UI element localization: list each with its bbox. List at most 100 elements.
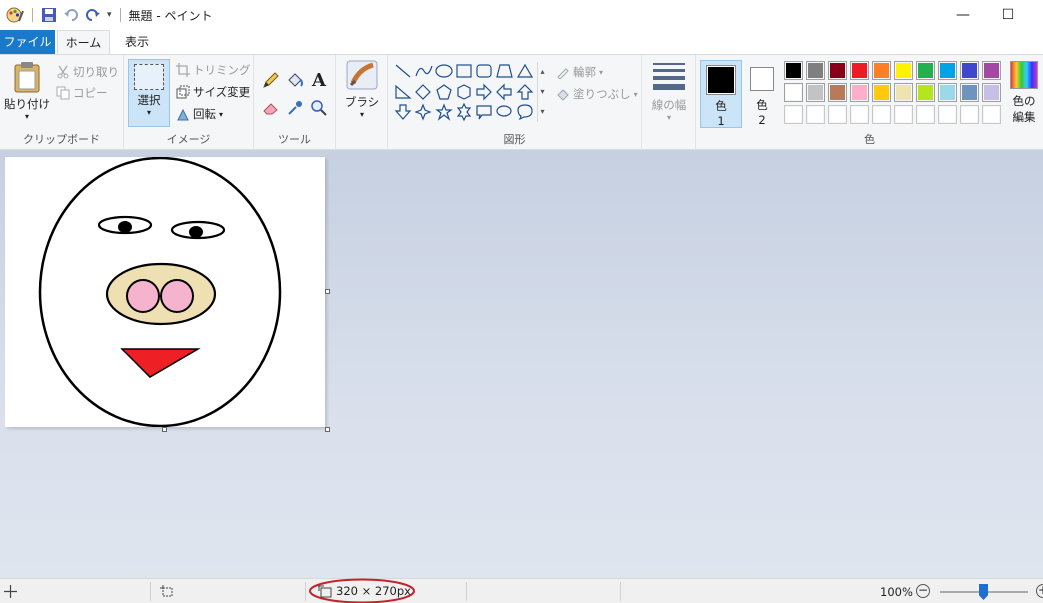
tab-home[interactable]: ホーム [57, 30, 110, 55]
fill-button[interactable]: 塗りつぶし ▾ [556, 85, 638, 103]
save-icon[interactable] [41, 7, 57, 23]
color-swatch[interactable] [872, 83, 891, 102]
color-swatch[interactable] [828, 83, 847, 102]
zoom-in-button[interactable]: + [1036, 584, 1043, 598]
color-swatch[interactable] [938, 61, 957, 80]
color2-swatch [750, 67, 774, 91]
color-swatch[interactable] [784, 61, 803, 80]
color-swatch[interactable] [960, 105, 979, 124]
color-swatch-fill [852, 63, 867, 78]
color-picker-icon[interactable] [286, 99, 304, 117]
brushes-button[interactable]: ブラシ ▾ [340, 59, 384, 127]
resize-icon [176, 85, 190, 99]
quick-access-toolbar: ▾ [0, 0, 123, 30]
selection-rectangle-icon [134, 64, 164, 90]
color-swatch[interactable] [894, 61, 913, 80]
chevron-down-icon: ▾ [666, 113, 671, 122]
tab-file[interactable]: ファイル [0, 30, 55, 54]
fill-bucket-icon[interactable] [286, 71, 304, 89]
color-swatch-fill [918, 63, 933, 78]
color-swatch[interactable] [938, 105, 957, 124]
color-swatch[interactable] [828, 61, 847, 80]
redo-icon[interactable] [85, 7, 101, 23]
eraser-icon[interactable] [262, 99, 280, 117]
color-swatch[interactable] [850, 105, 869, 124]
copy-label: コピー [73, 86, 108, 100]
minimize-button[interactable]: — [940, 0, 986, 30]
paint-canvas[interactable] [5, 156, 325, 428]
title-bar: ▾ 無題 - ペイント — ☐ [0, 0, 1043, 30]
size-label: 線の幅 [651, 98, 687, 112]
color-swatch[interactable] [982, 83, 1001, 102]
paste-button[interactable]: 貼り付け ▾ [4, 59, 50, 129]
color-swatch[interactable] [872, 105, 891, 124]
zoom-slider-thumb[interactable] [979, 584, 988, 600]
paste-label: 貼り付け [4, 97, 50, 111]
shapes-group-label: 図形 [503, 133, 526, 146]
tab-view[interactable]: 表示 [114, 30, 160, 54]
outline-button[interactable]: 輪郭 ▾ [556, 63, 603, 81]
color-swatch[interactable] [960, 61, 979, 80]
color1-number: 1 [717, 114, 725, 128]
shape-gallery-icons [394, 63, 534, 122]
divider [466, 582, 467, 601]
rotate-button[interactable]: 回転 ▾ [176, 105, 223, 123]
customize-toolbar-icon[interactable]: ▾ [107, 10, 112, 20]
zoom-out-button[interactable]: − [916, 584, 930, 598]
color1-button[interactable]: 色 1 [700, 60, 742, 128]
color-swatch[interactable] [806, 83, 825, 102]
color-swatch[interactable] [938, 83, 957, 102]
color-swatch[interactable] [806, 105, 825, 124]
magnifier-icon[interactable] [310, 99, 328, 117]
pencil-icon[interactable] [262, 71, 280, 89]
line-width-icon [653, 63, 685, 90]
canvas-workspace[interactable] [0, 150, 1043, 578]
copy-button[interactable]: コピー [56, 84, 108, 102]
color2-button[interactable]: 色 2 [746, 60, 778, 128]
color-swatch-fill [874, 85, 889, 100]
color-swatch[interactable] [850, 61, 869, 80]
selection-size-icon [160, 585, 173, 597]
text-icon[interactable]: A [310, 70, 328, 88]
paint-app-icon[interactable] [6, 7, 24, 23]
color-swatch[interactable] [982, 61, 1001, 80]
pig-face-drawing [38, 156, 282, 428]
color-swatch-fill [808, 63, 823, 78]
size-button[interactable]: 線の幅 ▾ [646, 59, 692, 127]
divider [150, 582, 151, 601]
color-swatch[interactable] [850, 83, 869, 102]
chevron-down-icon: ▾ [633, 89, 638, 99]
color-swatch[interactable] [916, 105, 935, 124]
copy-icon [56, 86, 70, 100]
color-swatch[interactable] [960, 83, 979, 102]
color-swatch-fill [962, 107, 977, 122]
crop-button[interactable]: トリミング [176, 61, 251, 79]
color-swatch[interactable] [828, 105, 847, 124]
color-swatch[interactable] [916, 61, 935, 80]
edit-colors-button[interactable]: 色の 編集 [1006, 61, 1042, 131]
color-swatch-fill [918, 85, 933, 100]
cursor-position-icon [4, 585, 17, 598]
select-button[interactable]: 選択 ▾ [128, 59, 170, 127]
chevron-down-icon: ▾ [146, 108, 151, 117]
maximize-button[interactable]: ☐ [985, 0, 1031, 30]
resize-handle-bottom[interactable] [162, 427, 167, 432]
undo-icon[interactable] [63, 7, 79, 23]
color-swatch[interactable] [894, 105, 913, 124]
shapes-gallery[interactable] [394, 62, 534, 122]
color-swatch[interactable] [916, 83, 935, 102]
color-swatch[interactable] [784, 83, 803, 102]
resize-handle-right[interactable] [325, 289, 330, 294]
color-swatch[interactable] [872, 61, 891, 80]
color-swatch[interactable] [806, 61, 825, 80]
color-swatch[interactable] [982, 105, 1001, 124]
select-label: 選択 [137, 93, 161, 107]
shapes-scrollbar[interactable]: ▴ ▾ ▾ [537, 62, 547, 122]
resize-handle-corner[interactable] [325, 427, 330, 432]
color-swatch-fill [808, 85, 823, 100]
cut-button[interactable]: 切り取り [56, 63, 119, 81]
color-swatch[interactable] [894, 83, 913, 102]
color-swatch[interactable] [784, 105, 803, 124]
divider [305, 582, 306, 601]
resize-button[interactable]: サイズ変更 [176, 83, 250, 101]
